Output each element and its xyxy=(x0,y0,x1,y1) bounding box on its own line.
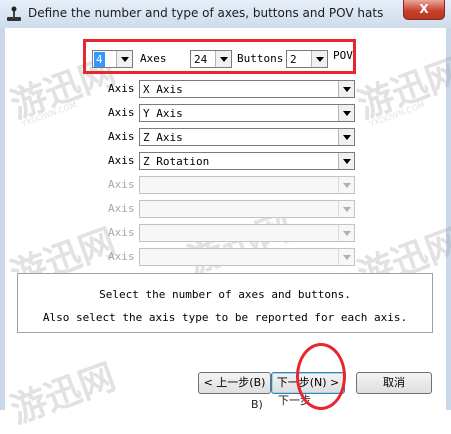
axis-type-select xyxy=(139,248,355,266)
highlight-box xyxy=(83,39,356,74)
info-line-1: Select the number of axes and buttons. xyxy=(99,288,351,301)
cancel-button[interactable]: 取消 xyxy=(356,372,432,394)
info-panel: Select the number of axes and buttons. A… xyxy=(17,273,433,333)
close-button[interactable]: X xyxy=(403,0,445,20)
axis-type-select xyxy=(139,224,355,242)
info-line-2: Also select the axis type to be reported… xyxy=(42,311,408,324)
axis-type-select[interactable]: Z Rotation xyxy=(139,152,355,170)
chevron-down-icon[interactable] xyxy=(338,81,354,97)
chevron-down-icon xyxy=(338,249,354,265)
axis-type-value: Z Rotation xyxy=(143,155,210,168)
axis-type-select xyxy=(139,200,355,218)
axis-type-select xyxy=(139,176,355,194)
axis-label: Axis xyxy=(108,130,135,143)
axis-type-select[interactable]: Z Axis xyxy=(139,128,355,146)
axis-type-value: Y Axis xyxy=(143,107,183,120)
joystick-icon xyxy=(7,6,21,21)
axis-label: Axis xyxy=(108,250,135,263)
chevron-down-icon[interactable] xyxy=(338,105,354,121)
title-bar: Define the number and type of axes, butt… xyxy=(0,0,451,29)
axis-type-select[interactable]: Y Axis xyxy=(139,104,355,122)
ghost-label: B) xyxy=(251,398,263,411)
window-title: Define the number and type of axes, butt… xyxy=(28,6,384,20)
chevron-down-icon xyxy=(338,201,354,217)
axis-label: Axis xyxy=(108,106,135,119)
axis-type-select[interactable]: X Axis xyxy=(139,80,355,98)
chevron-down-icon xyxy=(338,225,354,241)
axis-label: Axis xyxy=(108,82,135,95)
chevron-down-icon[interactable] xyxy=(338,153,354,169)
window-frame-right xyxy=(446,28,451,410)
back-button[interactable]: < 上一步(B) xyxy=(198,372,271,394)
chevron-down-icon[interactable] xyxy=(338,129,354,145)
axis-type-value: X Axis xyxy=(143,83,183,96)
axis-label: Axis xyxy=(108,178,135,191)
axis-label: Axis xyxy=(108,154,135,167)
highlight-circle xyxy=(296,343,346,410)
axis-label: Axis xyxy=(108,202,135,215)
chevron-down-icon xyxy=(338,177,354,193)
axis-type-value: Z Axis xyxy=(143,131,183,144)
axis-label: Axis xyxy=(108,226,135,239)
